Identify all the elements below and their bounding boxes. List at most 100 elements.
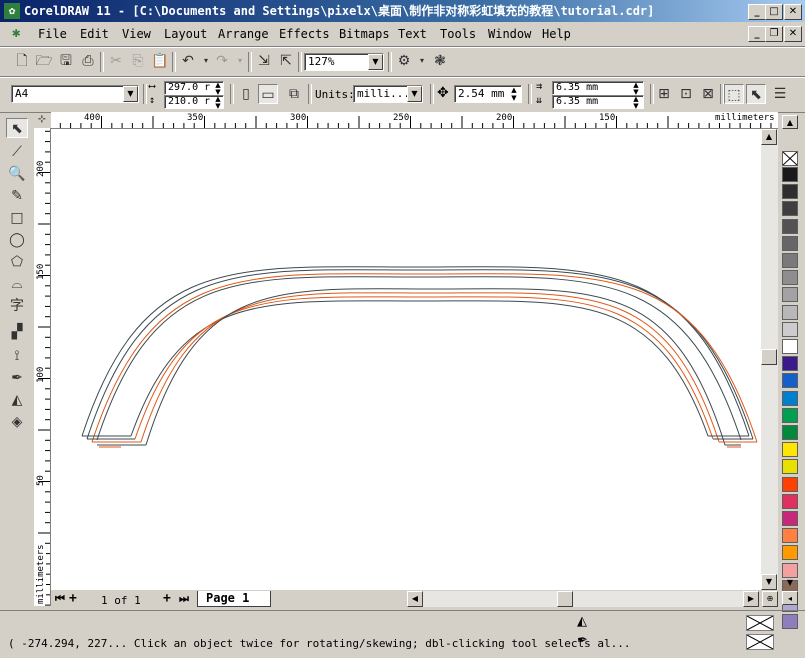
color-swatch[interactable] — [782, 459, 798, 475]
color-swatch[interactable] — [782, 390, 798, 406]
ruler-origin-icon[interactable]: ⊹ — [36, 114, 48, 126]
basic-shapes-tool-icon[interactable]: ⌓ — [6, 274, 28, 294]
color-swatch[interactable] — [782, 425, 798, 440]
doc-close-button[interactable]: ✕ — [784, 26, 802, 42]
interactive-fill-tool-icon[interactable]: ◈ — [6, 412, 28, 432]
navigator-icon[interactable]: ⊕ — [762, 591, 778, 607]
units-dropdown-icon[interactable]: ▼ — [407, 86, 422, 102]
color-swatch[interactable] — [782, 270, 798, 286]
snap-to-grid-icon[interactable]: ⊞ — [654, 84, 674, 104]
horizontal-ruler[interactable]: 400 350 300 250 200 150 millimeters — [51, 112, 778, 129]
pick-tool-icon[interactable]: ⬉ — [6, 118, 28, 138]
menu-layout[interactable]: Layout — [164, 27, 207, 41]
color-swatch[interactable] — [782, 304, 798, 320]
menu-text[interactable]: Text — [398, 27, 427, 41]
portrait-icon[interactable]: ▯ — [236, 84, 256, 104]
fill-tool-icon[interactable]: ◭ — [6, 390, 28, 410]
palette-scroll-down-icon[interactable]: ▼ — [782, 576, 798, 590]
color-swatch[interactable] — [782, 528, 798, 544]
export-icon[interactable]: ⇱ — [276, 51, 296, 71]
menu-effects[interactable]: Effects — [279, 27, 330, 41]
menu-file[interactable]: File — [38, 27, 67, 41]
no-color-swatch[interactable] — [782, 151, 798, 166]
scrollbar-thumb[interactable] — [761, 349, 777, 365]
copy-icon[interactable]: ⎘ — [128, 51, 148, 71]
vertical-scrollbar[interactable]: ▲ ▼ — [761, 129, 778, 590]
menu-tools[interactable]: Tools — [440, 27, 476, 41]
spin-up-icon[interactable]: ▲ — [508, 86, 520, 94]
open-icon[interactable]: 🗁 — [34, 51, 54, 71]
page-tab[interactable]: Page 1 — [197, 591, 271, 607]
corel-online-icon[interactable]: ❃ — [430, 51, 450, 71]
cut-icon[interactable]: ✂ — [106, 51, 126, 71]
palette-flyout-icon[interactable]: ◂ — [782, 591, 798, 605]
redo-dropdown-icon[interactable]: ▾ — [230, 51, 250, 71]
color-swatch[interactable] — [782, 321, 798, 337]
color-swatch[interactable] — [782, 373, 798, 389]
color-swatch[interactable] — [782, 493, 798, 509]
menu-bitmaps[interactable]: Bitmaps — [339, 27, 390, 41]
import-icon[interactable]: ⇲ — [254, 51, 274, 71]
coreldraw-app-icon[interactable]: ✿ — [4, 3, 20, 19]
print-icon[interactable]: ⎙ — [78, 51, 98, 71]
palette-scroll-up-icon[interactable]: ▲ — [782, 115, 798, 129]
text-tool-icon[interactable]: 字 — [6, 296, 28, 316]
scroll-up-icon[interactable]: ▲ — [761, 129, 777, 145]
outline-indicator-icon[interactable]: ✒ — [577, 633, 588, 648]
color-swatch[interactable] — [782, 442, 798, 458]
last-page-icon[interactable]: ⏭ — [179, 592, 189, 606]
save-icon[interactable]: 🖫 — [56, 51, 76, 71]
outline-color-swatch[interactable] — [746, 634, 774, 650]
color-swatch[interactable] — [782, 287, 798, 303]
add-page-after-icon[interactable]: + — [163, 591, 171, 606]
rainbow-arcs[interactable] — [51, 129, 761, 590]
landscape-icon[interactable]: ▭ — [258, 84, 278, 104]
color-swatch[interactable] — [782, 218, 798, 234]
rectangle-tool-icon[interactable]: □ — [6, 208, 28, 228]
snap-to-objects-icon[interactable]: ⊠ — [698, 84, 718, 104]
shape-tool-icon[interactable]: ⟋ — [6, 142, 28, 162]
application-launcher-icon[interactable]: ⚙ — [394, 51, 414, 71]
ellipse-tool-icon[interactable]: ◯ — [6, 230, 28, 250]
first-page-icon[interactable]: ⏮ — [55, 592, 65, 606]
color-swatch[interactable] — [782, 545, 798, 561]
spin-down-icon[interactable]: ▼ — [212, 102, 224, 110]
color-swatch[interactable] — [782, 201, 798, 217]
fill-indicator-icon[interactable]: ◭ — [577, 614, 587, 629]
scroll-down-icon[interactable]: ▼ — [761, 574, 777, 590]
paste-icon[interactable]: 📋 — [150, 51, 170, 71]
treat-as-filled-icon[interactable]: ⬚ — [724, 84, 744, 104]
color-swatch[interactable] — [782, 476, 798, 492]
undo-icon[interactable]: ↶ — [178, 51, 198, 71]
draw-objects-icon[interactable]: ⬉ — [746, 84, 766, 104]
zoom-tool-icon[interactable]: 🔍 — [6, 164, 28, 184]
fill-color-swatch[interactable] — [746, 615, 774, 631]
menu-window[interactable]: Window — [488, 27, 531, 41]
interactive-blend-tool-icon[interactable]: ▞ — [6, 322, 28, 342]
paper-size-dropdown-icon[interactable]: ▼ — [123, 86, 138, 102]
color-swatch[interactable] — [782, 184, 798, 200]
color-swatch[interactable] — [782, 235, 798, 251]
launcher-dropdown-icon[interactable]: ▾ — [412, 51, 432, 71]
snap-to-guidelines-icon[interactable]: ⊡ — [676, 84, 696, 104]
color-swatch[interactable] — [782, 253, 798, 268]
page-layout-icon[interactable]: ⧉ — [284, 84, 304, 104]
spin-down-icon[interactable]: ▼ — [508, 94, 520, 102]
scroll-left-icon[interactable]: ◀ — [407, 591, 423, 607]
options-icon[interactable]: ☰ — [770, 84, 790, 104]
color-swatch[interactable] — [782, 339, 798, 354]
color-swatch[interactable] — [782, 356, 798, 372]
paper-size-select[interactable]: A4 — [11, 85, 139, 103]
polygon-tool-icon[interactable]: ⬠ — [6, 252, 28, 272]
freehand-tool-icon[interactable]: ✎ — [6, 186, 28, 206]
maximize-button[interactable]: □ — [765, 4, 783, 20]
drawing-canvas[interactable] — [51, 129, 761, 590]
eyedropper-tool-icon[interactable]: ⟟ — [6, 346, 28, 366]
horizontal-scrollbar-thumb[interactable] — [557, 591, 573, 607]
color-swatch[interactable] — [782, 511, 798, 526]
vertical-ruler[interactable]: 200 150 100 50 millimeters — [34, 128, 51, 606]
menu-view[interactable]: View — [122, 27, 151, 41]
spin-down-icon[interactable]: ▼ — [630, 102, 642, 110]
menu-edit[interactable]: Edit — [80, 27, 109, 41]
menu-arrange[interactable]: Arrange — [218, 27, 269, 41]
